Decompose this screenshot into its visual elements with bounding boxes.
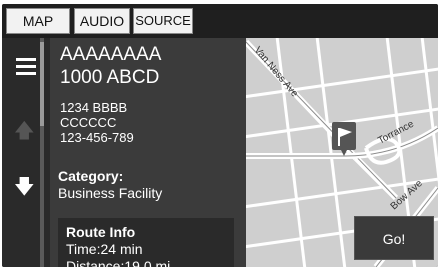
- phone-number: 123-456-789: [60, 130, 134, 145]
- map-view[interactable]: Van Ness Ave Torrance Bow Ave Go!: [246, 38, 438, 267]
- top-tab-bar: MAP AUDIO SOURCE: [2, 4, 438, 38]
- route-time: Time:24 min: [66, 241, 143, 257]
- place-name: AAAAAAAA: [60, 44, 162, 65]
- tab-source[interactable]: SOURCE: [133, 8, 193, 34]
- category-label: Category:: [58, 168, 124, 184]
- place-details-panel: AAAAAAAA 1000 ABCD 1234 BBBB CCCCCC 123-…: [50, 38, 246, 267]
- place-address: 1000 ABCD: [60, 67, 160, 88]
- route-info-box: Route Info Time:24 min Distance:19.0 mi: [58, 218, 234, 267]
- tab-audio[interactable]: AUDIO: [74, 8, 130, 34]
- route-distance: Distance:19.0 mi: [66, 258, 171, 267]
- category-value: Business Facility: [58, 185, 163, 201]
- left-rail: 🡅 🡇: [2, 38, 50, 267]
- scrollbar-thumb[interactable]: [40, 42, 44, 126]
- go-button[interactable]: Go!: [354, 216, 434, 260]
- arrow-up-icon[interactable]: 🡅: [14, 116, 35, 150]
- arrow-down-icon[interactable]: 🡇: [14, 172, 35, 206]
- route-info-title: Route Info: [66, 224, 136, 240]
- tab-map[interactable]: MAP: [6, 8, 70, 34]
- navigation-screen: MAP AUDIO SOURCE 🡅 🡇 AAAAAAAA 1000 ABCD …: [2, 4, 438, 267]
- address-line: 1234 BBBB: [60, 100, 128, 115]
- hamburger-menu-icon[interactable]: [16, 58, 36, 76]
- address-line: CCCCCC: [60, 115, 117, 130]
